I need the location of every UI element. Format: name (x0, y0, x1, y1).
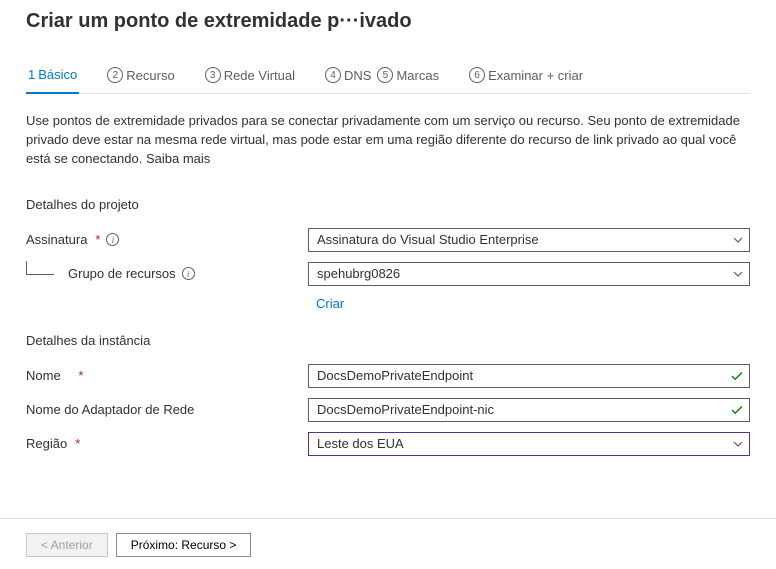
label-nic-name: Nome do Adaptador de Rede (26, 402, 308, 417)
check-icon (730, 403, 744, 417)
name-input[interactable]: DocsDemoPrivateEndpoint (308, 364, 750, 388)
section-project-details: Detalhes do projeto (26, 197, 750, 212)
label-subscription: Assinatura* i (26, 232, 308, 247)
resource-group-select[interactable]: spehubrg0826 (308, 262, 750, 286)
next-button[interactable]: Próximo: Recurso > (116, 533, 252, 557)
info-icon[interactable]: i (106, 233, 119, 246)
tab-dns[interactable]: 4 DNS (323, 67, 373, 93)
page-title: Criar um ponto de extremidade p···ivado (26, 10, 750, 33)
tab-recurso[interactable]: 2 Recurso (105, 67, 176, 93)
section-instance-details: Detalhes da instância (26, 333, 750, 348)
required-asterisk: * (78, 368, 83, 383)
subscription-select[interactable]: Assinatura do Visual Studio Enterprise (308, 228, 750, 252)
required-asterisk: * (75, 436, 80, 451)
required-asterisk: * (95, 232, 100, 247)
step-circle-icon: 6 (469, 67, 485, 83)
info-icon[interactable]: i (182, 267, 195, 280)
learn-more-link[interactable]: Saiba mais (146, 151, 210, 166)
tab-basico[interactable]: 1 Básico (26, 67, 79, 94)
wizard-tabs: 1 Básico 2 Recurso 3 Rede Virtual 4 DNS … (26, 67, 750, 94)
description-text: Use pontos de extremidade privados para … (26, 112, 750, 169)
label-name: Nome * (26, 368, 308, 383)
tree-connector-icon (26, 261, 54, 275)
check-icon (730, 369, 744, 383)
step-circle-icon: 4 (325, 67, 341, 83)
previous-button: < Anterior (26, 533, 108, 557)
label-region: Região* (26, 436, 308, 451)
tab-rede-virtual[interactable]: 3 Rede Virtual (203, 67, 297, 93)
step-circle-icon: 3 (205, 67, 221, 83)
step-circle-icon: 5 (377, 67, 393, 83)
region-select[interactable]: Leste dos EUA (308, 432, 750, 456)
label-resource-group: Grupo de recursos i (26, 266, 308, 281)
nic-name-input[interactable]: DocsDemoPrivateEndpoint-nic (308, 398, 750, 422)
wizard-footer: < Anterior Próximo: Recurso > (0, 518, 776, 557)
tab-examinar-criar[interactable]: 6 Examinar + criar (467, 67, 585, 93)
tab-marcas[interactable]: 5 Marcas (375, 67, 441, 93)
create-new-resource-group-link[interactable]: Criar (308, 296, 750, 311)
step-circle-icon: 2 (107, 67, 123, 83)
